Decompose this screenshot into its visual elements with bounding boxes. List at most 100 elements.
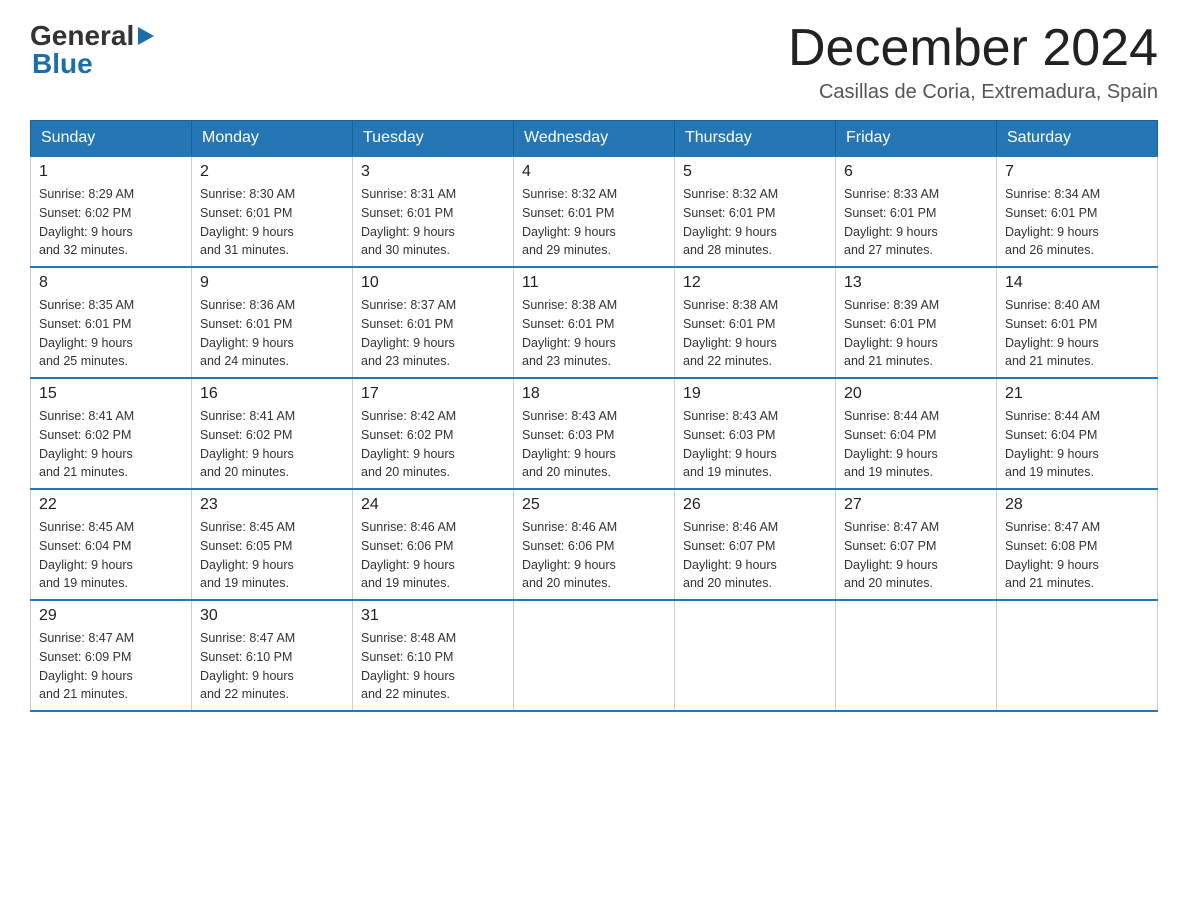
calendar-day-cell: 18 Sunrise: 8:43 AM Sunset: 6:03 PM Dayl…	[514, 378, 675, 489]
sunset-label: Sunset: 6:07 PM	[683, 539, 775, 553]
day-number: 14	[1005, 274, 1149, 292]
calendar-day-cell: 1 Sunrise: 8:29 AM Sunset: 6:02 PM Dayli…	[31, 156, 192, 267]
daylight-label: Daylight: 9 hours	[522, 336, 616, 350]
daylight-label: Daylight: 9 hours	[39, 669, 133, 683]
daylight-minutes: and 19 minutes.	[683, 465, 772, 479]
daylight-minutes: and 21 minutes.	[39, 465, 128, 479]
calendar-day-cell: 29 Sunrise: 8:47 AM Sunset: 6:09 PM Dayl…	[31, 600, 192, 711]
daylight-label: Daylight: 9 hours	[361, 669, 455, 683]
daylight-minutes: and 19 minutes.	[1005, 465, 1094, 479]
calendar-header-thursday: Thursday	[675, 121, 836, 157]
day-info: Sunrise: 8:41 AM Sunset: 6:02 PM Dayligh…	[200, 407, 344, 482]
daylight-label: Daylight: 9 hours	[361, 336, 455, 350]
calendar-day-cell: 3 Sunrise: 8:31 AM Sunset: 6:01 PM Dayli…	[353, 156, 514, 267]
calendar-day-cell: 2 Sunrise: 8:30 AM Sunset: 6:01 PM Dayli…	[192, 156, 353, 267]
sunset-label: Sunset: 6:01 PM	[683, 317, 775, 331]
calendar-day-cell: 15 Sunrise: 8:41 AM Sunset: 6:02 PM Dayl…	[31, 378, 192, 489]
calendar-day-cell: 13 Sunrise: 8:39 AM Sunset: 6:01 PM Dayl…	[836, 267, 997, 378]
calendar-header-sunday: Sunday	[31, 121, 192, 157]
calendar-day-cell: 10 Sunrise: 8:37 AM Sunset: 6:01 PM Dayl…	[353, 267, 514, 378]
sunset-label: Sunset: 6:09 PM	[39, 650, 131, 664]
day-number: 10	[361, 274, 505, 292]
day-info: Sunrise: 8:47 AM Sunset: 6:08 PM Dayligh…	[1005, 518, 1149, 593]
calendar-day-cell: 27 Sunrise: 8:47 AM Sunset: 6:07 PM Dayl…	[836, 489, 997, 600]
day-number: 13	[844, 274, 988, 292]
daylight-label: Daylight: 9 hours	[683, 558, 777, 572]
day-number: 23	[200, 496, 344, 514]
calendar-week-row: 15 Sunrise: 8:41 AM Sunset: 6:02 PM Dayl…	[31, 378, 1158, 489]
daylight-minutes: and 27 minutes.	[844, 243, 933, 257]
calendar-day-cell: 19 Sunrise: 8:43 AM Sunset: 6:03 PM Dayl…	[675, 378, 836, 489]
day-info: Sunrise: 8:36 AM Sunset: 6:01 PM Dayligh…	[200, 296, 344, 371]
day-number: 12	[683, 274, 827, 292]
daylight-label: Daylight: 9 hours	[200, 336, 294, 350]
daylight-minutes: and 21 minutes.	[1005, 576, 1094, 590]
daylight-minutes: and 19 minutes.	[200, 576, 289, 590]
day-info: Sunrise: 8:31 AM Sunset: 6:01 PM Dayligh…	[361, 185, 505, 260]
day-info: Sunrise: 8:47 AM Sunset: 6:07 PM Dayligh…	[844, 518, 988, 593]
sunset-label: Sunset: 6:01 PM	[200, 206, 292, 220]
sunrise-label: Sunrise: 8:47 AM	[39, 631, 134, 645]
sunrise-label: Sunrise: 8:31 AM	[361, 187, 456, 201]
day-number: 20	[844, 385, 988, 403]
calendar-day-cell: 23 Sunrise: 8:45 AM Sunset: 6:05 PM Dayl…	[192, 489, 353, 600]
daylight-minutes: and 20 minutes.	[200, 465, 289, 479]
sunset-label: Sunset: 6:01 PM	[522, 317, 614, 331]
sunset-label: Sunset: 6:03 PM	[522, 428, 614, 442]
sunrise-label: Sunrise: 8:45 AM	[39, 520, 134, 534]
daylight-label: Daylight: 9 hours	[1005, 558, 1099, 572]
day-info: Sunrise: 8:46 AM Sunset: 6:06 PM Dayligh…	[522, 518, 666, 593]
day-number: 7	[1005, 163, 1149, 181]
calendar-week-row: 8 Sunrise: 8:35 AM Sunset: 6:01 PM Dayli…	[31, 267, 1158, 378]
calendar-day-cell: 7 Sunrise: 8:34 AM Sunset: 6:01 PM Dayli…	[997, 156, 1158, 267]
daylight-minutes: and 20 minutes.	[683, 576, 772, 590]
calendar-day-cell: 14 Sunrise: 8:40 AM Sunset: 6:01 PM Dayl…	[997, 267, 1158, 378]
calendar-header-saturday: Saturday	[997, 121, 1158, 157]
day-info: Sunrise: 8:32 AM Sunset: 6:01 PM Dayligh…	[522, 185, 666, 260]
daylight-label: Daylight: 9 hours	[200, 558, 294, 572]
sunrise-label: Sunrise: 8:43 AM	[522, 409, 617, 423]
day-info: Sunrise: 8:39 AM Sunset: 6:01 PM Dayligh…	[844, 296, 988, 371]
sunrise-label: Sunrise: 8:40 AM	[1005, 298, 1100, 312]
day-info: Sunrise: 8:46 AM Sunset: 6:06 PM Dayligh…	[361, 518, 505, 593]
daylight-minutes: and 22 minutes.	[361, 687, 450, 701]
daylight-minutes: and 23 minutes.	[361, 354, 450, 368]
day-info: Sunrise: 8:48 AM Sunset: 6:10 PM Dayligh…	[361, 629, 505, 704]
daylight-minutes: and 26 minutes.	[1005, 243, 1094, 257]
sunset-label: Sunset: 6:02 PM	[200, 428, 292, 442]
sunrise-label: Sunrise: 8:32 AM	[522, 187, 617, 201]
calendar-day-cell: 25 Sunrise: 8:46 AM Sunset: 6:06 PM Dayl…	[514, 489, 675, 600]
sunset-label: Sunset: 6:04 PM	[1005, 428, 1097, 442]
sunset-label: Sunset: 6:01 PM	[844, 317, 936, 331]
calendar-header-friday: Friday	[836, 121, 997, 157]
page-subtitle: Casillas de Coria, Extremadura, Spain	[788, 81, 1158, 104]
day-number: 29	[39, 607, 183, 625]
daylight-label: Daylight: 9 hours	[1005, 447, 1099, 461]
calendar-day-cell	[997, 600, 1158, 711]
calendar-day-cell	[514, 600, 675, 711]
logo-arrow-icon	[136, 25, 156, 47]
calendar-day-cell: 30 Sunrise: 8:47 AM Sunset: 6:10 PM Dayl…	[192, 600, 353, 711]
sunset-label: Sunset: 6:08 PM	[1005, 539, 1097, 553]
daylight-label: Daylight: 9 hours	[361, 447, 455, 461]
sunrise-label: Sunrise: 8:47 AM	[844, 520, 939, 534]
day-info: Sunrise: 8:29 AM Sunset: 6:02 PM Dayligh…	[39, 185, 183, 260]
sunset-label: Sunset: 6:04 PM	[39, 539, 131, 553]
daylight-minutes: and 19 minutes.	[844, 465, 933, 479]
day-number: 19	[683, 385, 827, 403]
sunrise-label: Sunrise: 8:47 AM	[1005, 520, 1100, 534]
day-number: 24	[361, 496, 505, 514]
daylight-minutes: and 20 minutes.	[522, 465, 611, 479]
sunrise-label: Sunrise: 8:42 AM	[361, 409, 456, 423]
calendar-day-cell	[675, 600, 836, 711]
sunrise-label: Sunrise: 8:46 AM	[683, 520, 778, 534]
sunset-label: Sunset: 6:01 PM	[200, 317, 292, 331]
daylight-label: Daylight: 9 hours	[39, 225, 133, 239]
calendar-day-cell: 16 Sunrise: 8:41 AM Sunset: 6:02 PM Dayl…	[192, 378, 353, 489]
sunrise-label: Sunrise: 8:30 AM	[200, 187, 295, 201]
day-number: 26	[683, 496, 827, 514]
day-number: 2	[200, 163, 344, 181]
daylight-minutes: and 30 minutes.	[361, 243, 450, 257]
sunset-label: Sunset: 6:05 PM	[200, 539, 292, 553]
calendar-table: SundayMondayTuesdayWednesdayThursdayFrid…	[30, 120, 1158, 712]
